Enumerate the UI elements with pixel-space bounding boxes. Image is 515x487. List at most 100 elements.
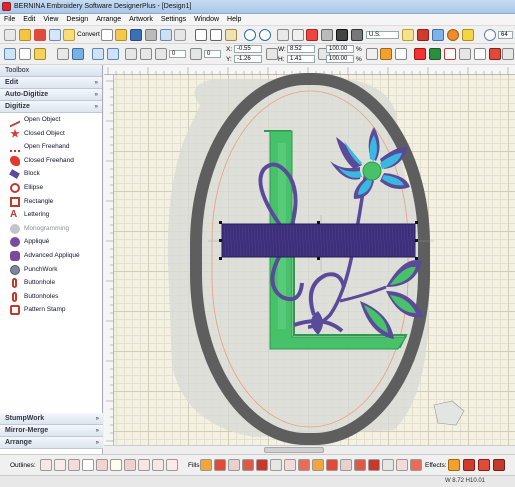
tool-pattern-stamp[interactable]: Pattern Stamp [0, 303, 102, 317]
design-library-icon[interactable] [447, 29, 459, 41]
fill-stitch-icon-15[interactable] [396, 459, 408, 471]
pattern-icon[interactable] [444, 48, 456, 60]
tool-open-object[interactable]: Open Object [0, 112, 102, 128]
rotate-cw-icon[interactable] [140, 48, 152, 60]
paste-icon[interactable] [225, 29, 237, 41]
show-hoop-icon[interactable] [292, 29, 304, 41]
fill-stitch-icon-3[interactable] [228, 459, 240, 471]
outline-stitch-icon-5[interactable] [96, 459, 108, 471]
fill-stitch-icon-14[interactable] [382, 459, 394, 471]
fill-stitch-icon-11[interactable] [340, 459, 352, 471]
outline-stitch-icon-2[interactable] [54, 459, 66, 471]
skew-icon[interactable] [190, 48, 202, 60]
outline-stitch-icon-10[interactable] [166, 459, 178, 471]
rotate-ccw-icon[interactable] [125, 48, 137, 60]
scrollbar-thumb[interactable] [264, 447, 324, 453]
reshape-node-icon[interactable] [34, 48, 46, 60]
rotate-icon[interactable] [57, 48, 69, 60]
open-folder-icon[interactable] [115, 29, 127, 41]
measure-icon[interactable] [321, 29, 333, 41]
tool-appliqu-[interactable]: Appliqué [0, 235, 102, 249]
stitch-player-icon[interactable] [306, 29, 318, 41]
section-arrange[interactable]: Arrange » [0, 437, 103, 449]
hoop-icon[interactable] [49, 29, 61, 41]
effect-icon-1[interactable] [448, 459, 460, 471]
grid-pattern-icon[interactable] [459, 48, 471, 60]
zoom-icon[interactable] [484, 29, 496, 41]
tool-open-freehand[interactable]: Open Freehand [0, 140, 102, 154]
tool-ellipse[interactable]: Ellipse [0, 181, 102, 195]
toolbar-overflow-icon[interactable] [502, 48, 514, 60]
menu-arrange[interactable]: Arrange [92, 14, 125, 23]
fill-stitch-icon-8[interactable] [298, 459, 310, 471]
color-wheel-icon[interactable] [414, 48, 426, 60]
menu-window[interactable]: Window [190, 14, 223, 23]
menu-help[interactable]: Help [223, 14, 245, 23]
menu-file[interactable]: File [0, 14, 19, 23]
menu-settings[interactable]: Settings [157, 14, 190, 23]
rotate-angle-icon[interactable] [155, 48, 167, 60]
artwork-canvas-icon[interactable] [402, 29, 414, 41]
tool-block[interactable]: Block [0, 167, 102, 181]
section-edit[interactable]: Edit » [0, 77, 102, 89]
reshape-icon[interactable] [19, 29, 31, 41]
tool-advanced-appliqu-[interactable]: Advanced Appliqué [0, 249, 102, 263]
section-auto-digitize[interactable]: Auto-Digitize » [0, 89, 102, 101]
fill-stitch-icon-12[interactable] [354, 459, 366, 471]
outline-stitch-icon-4[interactable] [82, 459, 94, 471]
height-field[interactable]: 1.41 [287, 55, 315, 63]
outline-stitch-icon-9[interactable] [152, 459, 164, 471]
height-percent-field[interactable]: 100.00 [326, 55, 354, 63]
fill-stitch-icon-13[interactable] [368, 459, 380, 471]
tool-closed-freehand[interactable]: Closed Freehand [0, 154, 102, 168]
select-object-icon[interactable] [4, 48, 16, 60]
outline-stitch-icon-8[interactable] [138, 459, 150, 471]
convert-label[interactable]: Convert [77, 31, 100, 38]
hole-icon[interactable] [474, 48, 486, 60]
no-stitch-icon[interactable] [34, 29, 46, 41]
tool-buttonholes[interactable]: Buttonholes [0, 290, 102, 304]
color-blend-icon[interactable] [429, 48, 441, 60]
tools-icon[interactable] [351, 29, 363, 41]
width-percent-field[interactable]: 100.00 [326, 45, 354, 53]
hoop-select[interactable]: U.S. [366, 31, 399, 39]
outline-stitch-icon-3[interactable] [68, 459, 80, 471]
flip-vertical-icon[interactable] [92, 48, 104, 60]
fill-stitch-icon-10[interactable] [326, 459, 338, 471]
tool-lettering[interactable]: A Lettering [0, 208, 102, 222]
outline-stitch-icon-1[interactable] [40, 459, 52, 471]
tool-punchwork[interactable]: PunchWork [0, 263, 102, 277]
machine-icon[interactable] [174, 29, 186, 41]
tool-buttonhole[interactable]: Buttonhole [0, 276, 102, 290]
lock-proportions-icon[interactable] [266, 48, 278, 60]
scale-icon[interactable] [366, 48, 378, 60]
rotate-angle-field[interactable]: 0 [169, 50, 186, 58]
print-icon[interactable] [145, 29, 157, 41]
wizard-icon[interactable] [462, 29, 474, 41]
section-digitize[interactable]: Digitize » [0, 101, 102, 113]
convert-icon[interactable] [63, 29, 75, 41]
polygon-select-icon[interactable] [19, 48, 31, 60]
copy-icon[interactable] [210, 29, 222, 41]
fill-stitch-icon-1[interactable] [200, 459, 212, 471]
tool-closed-object[interactable]: Closed Object [0, 127, 102, 141]
horizontal-scrollbar[interactable] [104, 445, 515, 454]
section-mirror-merge[interactable]: Mirror-Merge » [0, 425, 103, 437]
sparkle-icon[interactable] [380, 48, 392, 60]
mirror-icon[interactable] [72, 48, 84, 60]
outline-stitch-icon-7[interactable] [124, 459, 136, 471]
print-preview-icon[interactable] [160, 29, 172, 41]
menu-design[interactable]: Design [62, 14, 92, 23]
effect-icon-4[interactable] [493, 459, 505, 471]
fill-stitch-icon-16[interactable] [410, 459, 422, 471]
menu-artwork[interactable]: Artwork [125, 14, 157, 23]
star-icon[interactable] [395, 48, 407, 60]
fill-stitch-icon-5[interactable] [256, 459, 268, 471]
effect-icon-3[interactable] [478, 459, 490, 471]
menu-view[interactable]: View [39, 14, 62, 23]
select-icon[interactable] [4, 29, 16, 41]
outline-stitch-icon-6[interactable] [110, 459, 122, 471]
flip-horizontal-icon[interactable] [107, 48, 119, 60]
embroidery-canvas-icon[interactable] [417, 29, 429, 41]
section-stumpwork[interactable]: StumpWork » [0, 413, 103, 425]
